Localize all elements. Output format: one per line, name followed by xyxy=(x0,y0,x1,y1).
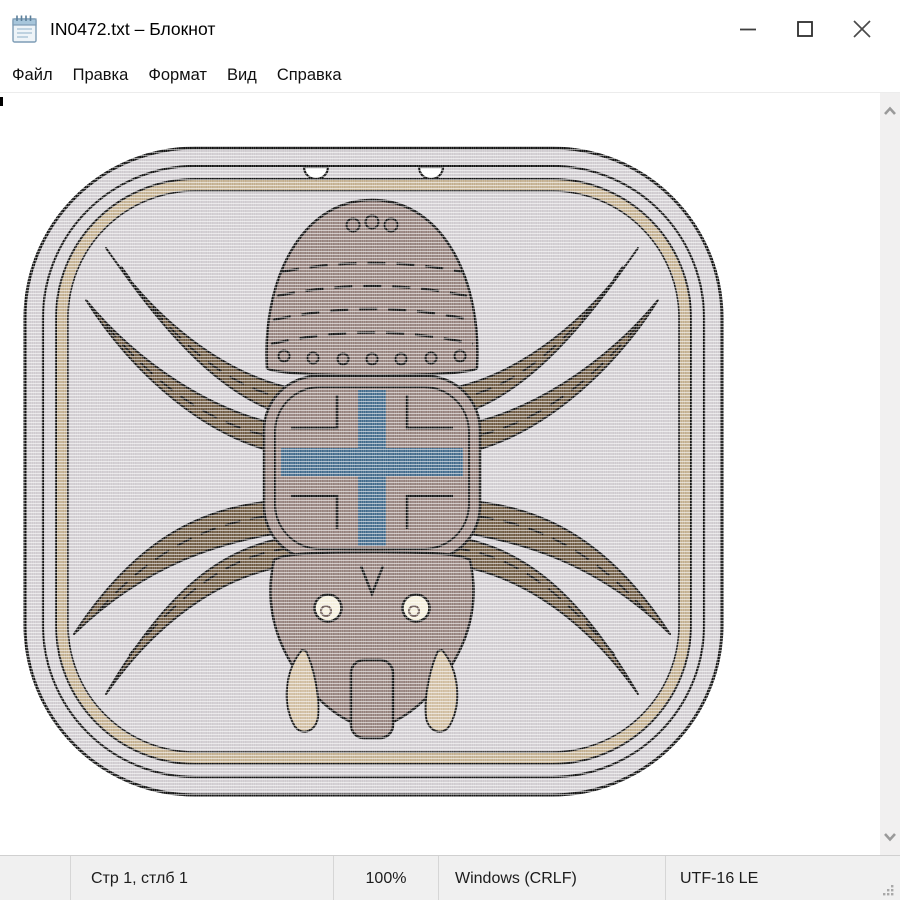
status-line-ending: Windows (CRLF) xyxy=(438,856,665,900)
maximize-icon xyxy=(796,20,814,38)
notepad-window: IN0472.txt – Блокнот Файл П xyxy=(0,0,900,900)
text-caret xyxy=(0,97,3,106)
text-area[interactable] xyxy=(0,93,900,855)
menu-help[interactable]: Справка xyxy=(267,58,352,92)
status-cursor-position: Стр 1, стлб 1 xyxy=(70,856,333,900)
menu-bar: Файл Правка Формат Вид Справка xyxy=(0,58,900,93)
abdomen-top-dots xyxy=(347,216,398,232)
status-zoom-level: 100% xyxy=(333,856,438,900)
minimize-button[interactable] xyxy=(719,0,776,58)
chevron-up-icon xyxy=(883,106,897,116)
scroll-down-button[interactable] xyxy=(880,827,900,847)
scroll-up-button[interactable] xyxy=(880,101,900,121)
spider-fang xyxy=(351,660,393,738)
spider-head xyxy=(271,552,474,738)
close-button[interactable] xyxy=(833,0,890,58)
close-icon xyxy=(852,19,872,39)
menu-file[interactable]: Файл xyxy=(2,58,63,92)
minimize-icon xyxy=(739,20,757,38)
status-encoding: UTF-16 LE xyxy=(665,856,900,900)
status-empty-cell xyxy=(0,856,70,900)
maximize-button[interactable] xyxy=(776,0,833,58)
resize-grip[interactable] xyxy=(882,884,895,897)
title-bar[interactable]: IN0472.txt – Блокнот xyxy=(0,0,900,58)
notepad-icon xyxy=(10,13,40,45)
vertical-scrollbar[interactable] xyxy=(880,93,900,855)
chevron-down-icon xyxy=(883,832,897,842)
spider-text-art xyxy=(0,93,880,855)
spider-back-plate xyxy=(264,376,480,560)
menu-format[interactable]: Формат xyxy=(138,58,217,92)
menu-view[interactable]: Вид xyxy=(217,58,267,92)
status-bar: Стр 1, стлб 1 100% Windows (CRLF) UTF-16… xyxy=(0,855,900,900)
window-title: IN0472.txt – Блокнот xyxy=(50,19,215,40)
menu-edit[interactable]: Правка xyxy=(63,58,139,92)
